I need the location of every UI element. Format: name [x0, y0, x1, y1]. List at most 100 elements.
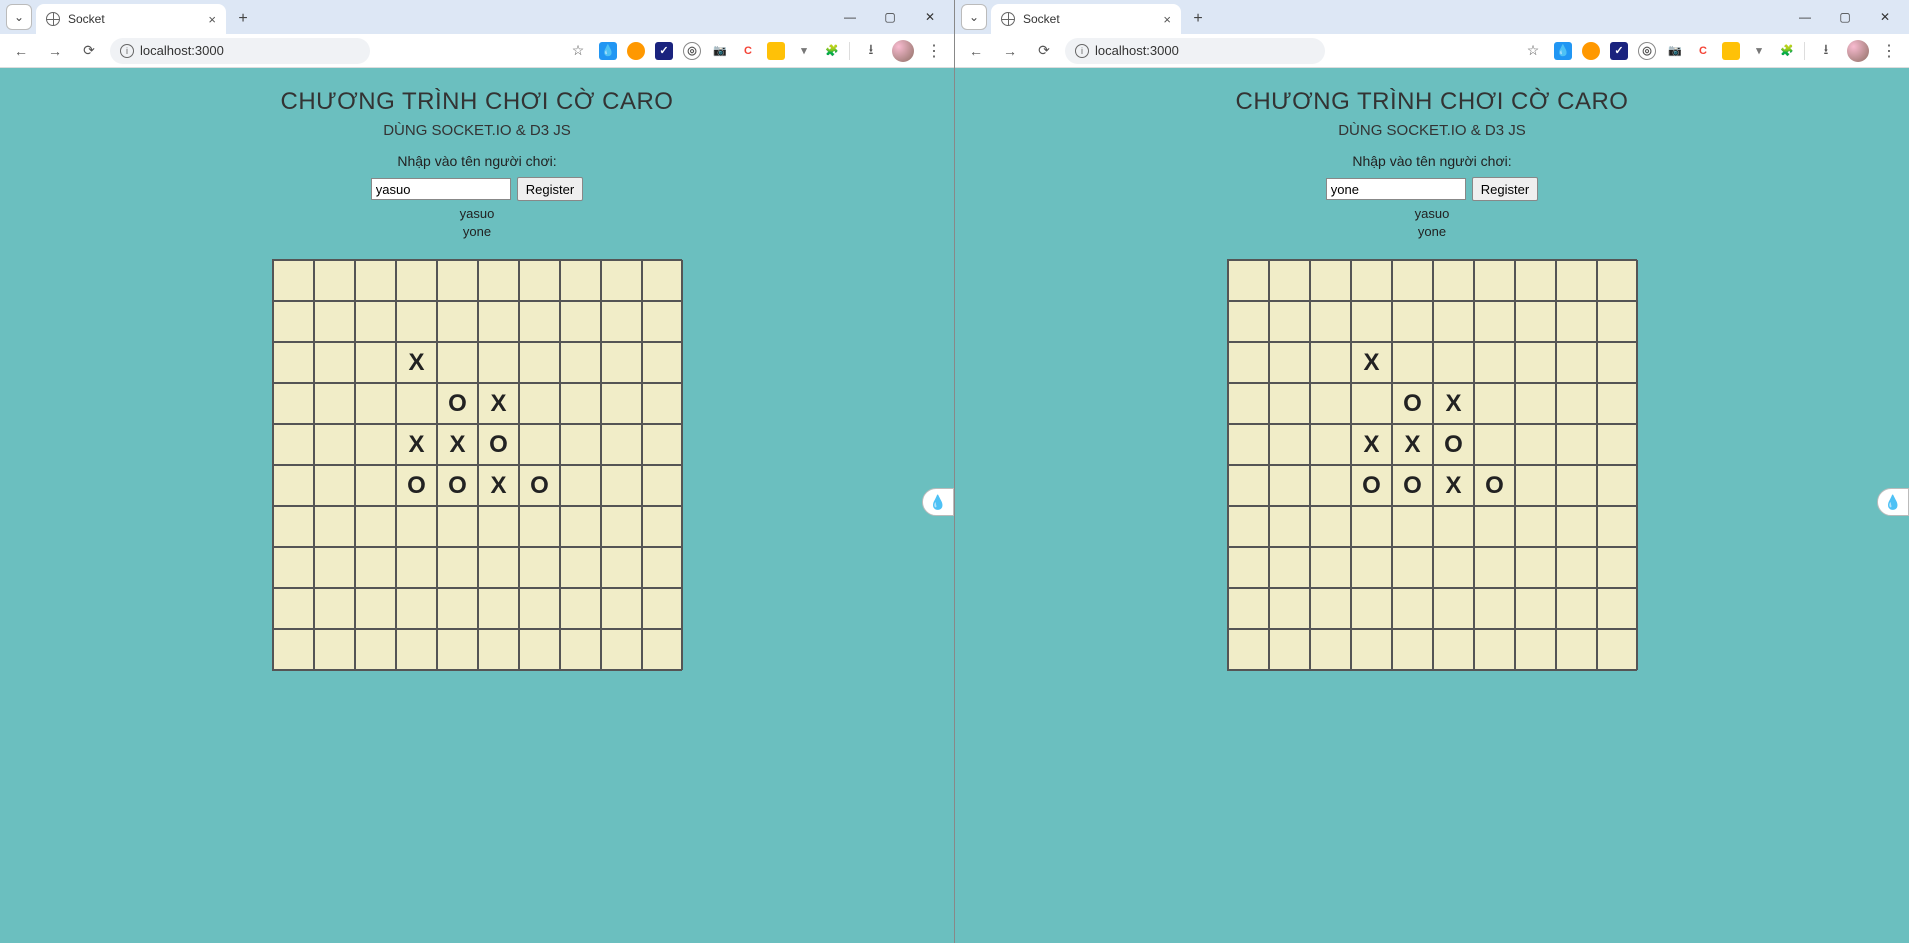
board-cell[interactable] [1515, 301, 1556, 342]
minimize-button[interactable]: — [830, 3, 870, 31]
board-cell[interactable] [273, 342, 314, 383]
board-cell[interactable] [1597, 506, 1638, 547]
board-cell[interactable] [560, 547, 601, 588]
board-cell[interactable] [478, 547, 519, 588]
board-cell[interactable] [1597, 629, 1638, 670]
board-cell[interactable]: X [396, 342, 437, 383]
board-cell[interactable] [560, 629, 601, 670]
board-cell[interactable] [478, 260, 519, 301]
board-cell[interactable] [1228, 629, 1269, 670]
board-cell[interactable] [314, 342, 355, 383]
board-cell[interactable] [1515, 506, 1556, 547]
board-cell[interactable] [437, 588, 478, 629]
nav-reload-button[interactable]: ⟳ [1031, 38, 1057, 64]
board-cell[interactable] [1269, 629, 1310, 670]
board-cell[interactable] [642, 383, 683, 424]
board-cell[interactable] [560, 506, 601, 547]
board-cell[interactable] [273, 547, 314, 588]
board-cell[interactable] [1392, 342, 1433, 383]
board-cell[interactable]: O [396, 465, 437, 506]
board-cell[interactable] [1515, 260, 1556, 301]
board-cell[interactable] [560, 588, 601, 629]
board-cell[interactable] [1556, 588, 1597, 629]
board-cell[interactable] [1310, 506, 1351, 547]
board-cell[interactable] [601, 465, 642, 506]
board-cell[interactable] [355, 547, 396, 588]
board-cell[interactable] [1474, 342, 1515, 383]
register-button[interactable]: Register [517, 177, 583, 201]
board-cell[interactable] [1433, 629, 1474, 670]
board-cell[interactable] [1556, 301, 1597, 342]
board-cell[interactable]: X [437, 424, 478, 465]
nav-back-button[interactable]: ← [8, 38, 34, 64]
board-cell[interactable] [1228, 588, 1269, 629]
board-cell[interactable] [273, 588, 314, 629]
site-info-icon[interactable]: i [1075, 44, 1089, 58]
profile-avatar[interactable] [892, 40, 914, 62]
board-cell[interactable] [1433, 301, 1474, 342]
board-cell[interactable] [642, 465, 683, 506]
c-icon[interactable]: C [739, 42, 757, 60]
board-cell[interactable] [560, 301, 601, 342]
board-cell[interactable] [437, 342, 478, 383]
board-cell[interactable] [355, 465, 396, 506]
board-cell[interactable] [273, 424, 314, 465]
board-cell[interactable] [396, 588, 437, 629]
board-cell[interactable] [1228, 465, 1269, 506]
board-cell[interactable]: X [1433, 465, 1474, 506]
tab-search-button[interactable]: ⌄ [961, 4, 987, 30]
board-cell[interactable] [1269, 506, 1310, 547]
board-cell[interactable] [396, 383, 437, 424]
board-cell[interactable]: O [519, 465, 560, 506]
board-cell[interactable] [314, 629, 355, 670]
board-cell[interactable] [1597, 383, 1638, 424]
board-cell[interactable] [1515, 383, 1556, 424]
board-cell[interactable] [478, 629, 519, 670]
browser-menu-button[interactable]: ⋮ [1877, 41, 1901, 61]
board-cell[interactable] [1474, 424, 1515, 465]
board-cell[interactable] [1556, 383, 1597, 424]
board-cell[interactable] [1310, 342, 1351, 383]
board-cell[interactable] [642, 588, 683, 629]
board-cell[interactable] [1228, 342, 1269, 383]
board-cell[interactable] [1556, 629, 1597, 670]
board-cell[interactable] [1351, 629, 1392, 670]
board-cell[interactable] [601, 424, 642, 465]
side-widget-icon[interactable]: 💧 [1877, 488, 1909, 516]
board-cell[interactable]: X [478, 465, 519, 506]
board-cell[interactable] [478, 506, 519, 547]
board-cell[interactable] [1228, 424, 1269, 465]
board-cell[interactable] [437, 629, 478, 670]
board-cell[interactable] [1310, 629, 1351, 670]
board-cell[interactable] [1433, 506, 1474, 547]
board-cell[interactable] [1556, 260, 1597, 301]
board-cell[interactable]: X [1433, 383, 1474, 424]
board-cell[interactable] [1392, 506, 1433, 547]
tab-search-button[interactable]: ⌄ [6, 4, 32, 30]
player-name-input[interactable] [371, 178, 511, 200]
extensions-icon[interactable]: 🧩 [1778, 42, 1796, 60]
board-cell[interactable] [519, 588, 560, 629]
board-cell[interactable] [1392, 547, 1433, 588]
board-cell[interactable] [1556, 506, 1597, 547]
board-cell[interactable] [642, 629, 683, 670]
board-cell[interactable] [273, 383, 314, 424]
close-window-button[interactable]: ✕ [910, 3, 950, 31]
register-button[interactable]: Register [1472, 177, 1538, 201]
board-cell[interactable] [355, 260, 396, 301]
board-cell[interactable] [1433, 547, 1474, 588]
board-cell[interactable] [1351, 301, 1392, 342]
board-cell[interactable] [1310, 547, 1351, 588]
board-cell[interactable] [396, 547, 437, 588]
board-cell[interactable] [1228, 301, 1269, 342]
board-cell[interactable] [519, 383, 560, 424]
bookmark-star-icon[interactable]: ☆ [1520, 38, 1546, 64]
board-cell[interactable] [396, 629, 437, 670]
board-cell[interactable] [1392, 629, 1433, 670]
board-cell[interactable] [1515, 342, 1556, 383]
board-cell[interactable] [519, 301, 560, 342]
board-cell[interactable] [1392, 260, 1433, 301]
board-cell[interactable] [1310, 301, 1351, 342]
board-cell[interactable] [642, 260, 683, 301]
board-cell[interactable] [519, 547, 560, 588]
